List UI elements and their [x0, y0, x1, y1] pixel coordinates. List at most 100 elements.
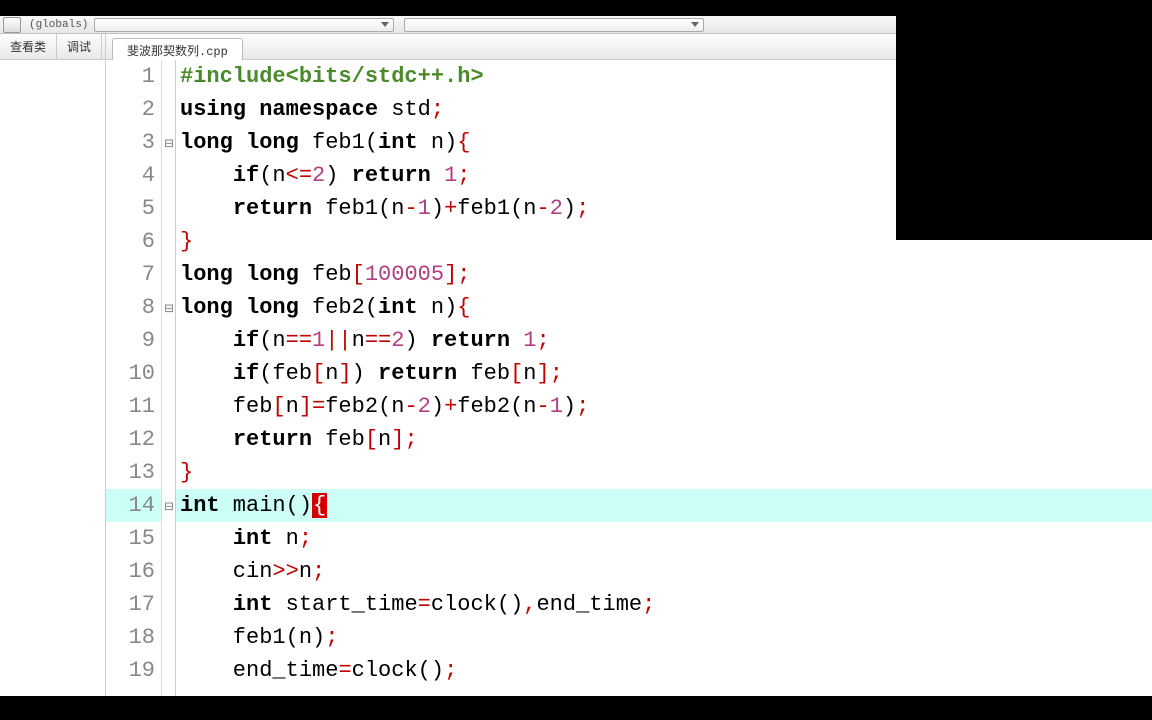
token-ident: feb2	[299, 295, 365, 320]
token-ident	[233, 262, 246, 287]
black-overlay-bottom	[0, 696, 1152, 720]
fold-toggle-icon[interactable]: ⊟	[163, 299, 175, 318]
token-ident: n	[286, 394, 299, 419]
code-line[interactable]: long long feb2(int n){	[176, 291, 1152, 324]
token-num: 1	[550, 394, 563, 419]
token-ident: feb	[312, 427, 365, 452]
token-ident: feb	[272, 361, 312, 386]
line-number: 12	[106, 423, 161, 456]
token-ident: n	[523, 361, 536, 386]
token-ident	[233, 130, 246, 155]
line-number: 16	[106, 555, 161, 588]
token-ident	[180, 328, 233, 353]
code-line[interactable]: long long feb[100005];	[176, 258, 1152, 291]
token-brack: ]	[444, 262, 457, 287]
code-line[interactable]: if(n==1||n==2) return 1;	[176, 324, 1152, 357]
token-paren: )	[352, 361, 365, 386]
token-red: ;	[536, 328, 549, 353]
token-paren: (	[378, 196, 391, 221]
token-ident: cin	[180, 559, 272, 584]
code-line[interactable]: end_time=clock();	[176, 654, 1152, 687]
code-line[interactable]: feb1(n);	[176, 621, 1152, 654]
token-ident: n	[299, 625, 312, 650]
token-kw: return	[233, 427, 312, 452]
black-overlay-right	[896, 0, 1152, 240]
token-red: ;	[299, 526, 312, 551]
code-line[interactable]: int main(){	[176, 489, 1152, 522]
token-paren: (	[286, 625, 299, 650]
token-paren: )	[431, 394, 444, 419]
token-op: ==	[286, 328, 312, 353]
token-paren: )	[404, 328, 417, 353]
code-line[interactable]: }	[176, 456, 1152, 489]
line-number: 9	[106, 324, 161, 357]
token-kw: int	[378, 295, 418, 320]
line-number: 19	[106, 654, 161, 687]
token-red: ,	[523, 592, 536, 617]
token-paren: (	[259, 163, 272, 188]
token-kw: long	[180, 262, 233, 287]
token-num: 2	[312, 163, 325, 188]
token-ident	[180, 526, 233, 551]
file-tab-active[interactable]: 斐波那契数列.cpp	[112, 38, 243, 61]
toolbar-icon[interactable]	[3, 17, 21, 33]
line-number: 3	[106, 126, 161, 159]
token-kw: namespace	[259, 97, 378, 122]
line-number: 6	[106, 225, 161, 258]
token-ident: feb2	[457, 394, 510, 419]
token-ident: feb1	[299, 130, 365, 155]
token-ident	[180, 361, 233, 386]
token-ident: n	[391, 196, 404, 221]
token-num: 100005	[365, 262, 444, 287]
token-paren: )	[325, 163, 338, 188]
token-num: 1	[523, 328, 536, 353]
line-number: 1	[106, 60, 161, 93]
token-ident: feb	[180, 394, 272, 419]
line-number: 15	[106, 522, 161, 555]
token-ident: n	[523, 196, 536, 221]
token-ident	[180, 163, 233, 188]
code-line[interactable]: cin>>n;	[176, 555, 1152, 588]
token-op: -	[536, 394, 549, 419]
token-op: -	[404, 196, 417, 221]
token-paren: )	[299, 493, 312, 518]
line-number: 2	[106, 93, 161, 126]
chevron-down-icon	[691, 22, 699, 27]
token-red: ;	[431, 97, 444, 122]
token-ident: feb	[457, 361, 510, 386]
token-brack: [	[352, 262, 365, 287]
token-ident: n	[272, 328, 285, 353]
token-ident: feb1	[180, 625, 286, 650]
code-line[interactable]: int n;	[176, 522, 1152, 555]
token-num: 1	[444, 163, 457, 188]
code-line[interactable]: return feb[n];	[176, 423, 1152, 456]
token-red: {	[457, 130, 470, 155]
member-dropdown[interactable]	[404, 18, 704, 32]
token-ident: clock	[431, 592, 497, 617]
token-paren: (	[510, 196, 523, 221]
token-red: ;	[576, 196, 589, 221]
fold-toggle-icon[interactable]: ⊟	[163, 497, 175, 516]
line-number: 8	[106, 291, 161, 324]
token-ident	[180, 427, 233, 452]
fold-column: ⊟ ⊟ ⊟	[162, 60, 176, 696]
code-line[interactable]: feb[n]=feb2(n-2)+feb2(n-1);	[176, 390, 1152, 423]
token-op: +	[444, 394, 457, 419]
line-number-gutter: 12345678910111213141516171819	[106, 60, 162, 696]
token-kw: int	[233, 592, 273, 617]
token-ident: n	[378, 427, 391, 452]
token-ident: main	[220, 493, 286, 518]
side-tab-classview[interactable]: 查看类	[0, 34, 57, 59]
fold-toggle-icon[interactable]: ⊟	[163, 134, 175, 153]
token-op: <=	[286, 163, 312, 188]
side-tab-debug[interactable]: 调试	[57, 34, 102, 59]
scope-dropdown[interactable]	[94, 18, 394, 32]
code-line[interactable]: int start_time=clock(),end_time;	[176, 588, 1152, 621]
token-paren: (	[510, 394, 523, 419]
token-red: ;	[444, 658, 457, 683]
token-red: ;	[325, 625, 338, 650]
code-line[interactable]: if(feb[n]) return feb[n];	[176, 357, 1152, 390]
token-ident	[365, 361, 378, 386]
token-ident: n	[391, 394, 404, 419]
token-ident: end_time	[536, 592, 642, 617]
